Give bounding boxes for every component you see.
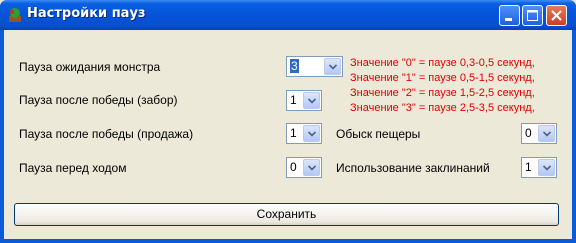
spell-usage-select[interactable]: 1: [521, 157, 557, 178]
window-title: Настройки пауз: [27, 6, 146, 21]
app-icon: [9, 8, 21, 22]
dialog-body: Пауза ожидания монстра 3 Значение "0" = …: [4, 30, 572, 239]
chevron-down-icon: [308, 98, 316, 104]
chevron-down-icon: [543, 165, 551, 171]
settings-window: Настройки пауз Пауза ожидания монстра 3 …: [0, 0, 576, 243]
chevron-down-icon: [308, 165, 316, 171]
dropdown-button[interactable]: [303, 125, 320, 142]
after-victory-pickup-select[interactable]: 1: [286, 90, 322, 111]
cave-search-value: 0: [525, 126, 532, 140]
spell-usage-label: Использование заклинаний: [336, 161, 490, 175]
dropdown-button[interactable]: [303, 159, 320, 176]
note-line: Значение "2" = паузе 1,5-2,5 секунд,: [350, 87, 535, 99]
minimize-button[interactable]: [499, 5, 520, 26]
close-icon: [551, 10, 562, 21]
monster-wait-label: Пауза ожидания монстра: [19, 60, 161, 74]
monster-wait-select[interactable]: 3: [286, 56, 343, 77]
dropdown-button[interactable]: [538, 125, 555, 142]
note-line: Значение "1" = паузе 0,5-1,5 секунд,: [350, 72, 535, 84]
dropdown-button[interactable]: [324, 58, 341, 75]
cave-search-label: Обыск пещеры: [336, 127, 421, 141]
chevron-down-icon: [329, 64, 337, 70]
before-move-label: Пауза перед ходом: [19, 161, 127, 175]
note-line: Значение "3" = паузе 2,5-3,5 секунд,: [350, 102, 535, 114]
pause-values-note: Значение "0" = паузе 0,3-0,5 секунд, Зна…: [350, 56, 535, 116]
chevron-down-icon: [543, 131, 551, 137]
maximize-button[interactable]: [522, 5, 543, 26]
monster-wait-value: 3: [290, 59, 299, 73]
after-victory-sale-value: 1: [290, 126, 297, 140]
spell-usage-value: 1: [525, 160, 532, 174]
dropdown-button[interactable]: [303, 92, 320, 109]
before-move-value: 0: [290, 160, 297, 174]
chevron-down-icon: [308, 131, 316, 137]
save-button[interactable]: Сохранить: [14, 203, 559, 226]
after-victory-pickup-label: Пауза после победы (забор): [19, 93, 178, 107]
minimize-icon: [505, 18, 512, 21]
note-line: Значение "0" = паузе 0,3-0,5 секунд,: [350, 57, 535, 69]
before-move-select[interactable]: 0: [286, 157, 322, 178]
after-victory-pickup-value: 1: [290, 93, 297, 107]
dropdown-button[interactable]: [538, 159, 555, 176]
after-victory-sale-select[interactable]: 1: [286, 123, 322, 144]
after-victory-sale-label: Пауза после победы (продажа): [19, 127, 194, 141]
cave-search-select[interactable]: 0: [521, 123, 557, 144]
title-bar[interactable]: Настройки пауз: [0, 0, 576, 30]
close-button[interactable]: [546, 5, 567, 26]
maximize-icon: [527, 10, 538, 21]
